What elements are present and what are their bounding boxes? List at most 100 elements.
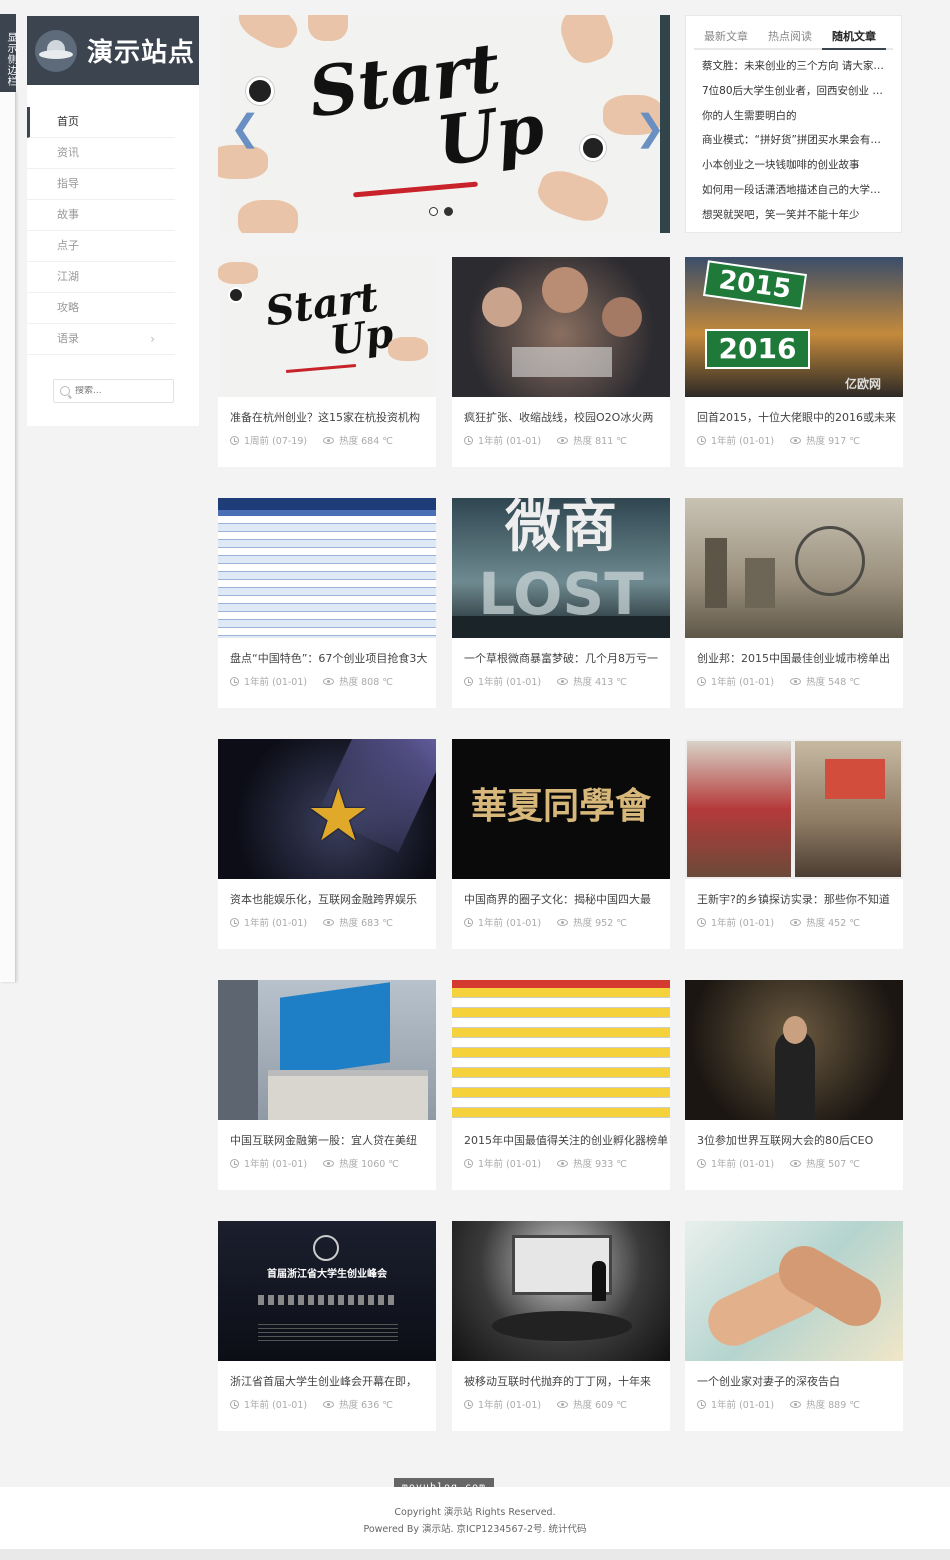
article-heat: 热度 684 ℃ [339,436,393,447]
nav-item-4[interactable]: 点子 [27,231,175,262]
article-card[interactable]: 2015 2016 亿欧网 回首2015，十位大佬眼中的2016或未来 1年前 (01-… [685,257,903,467]
article-card[interactable]: 微商 LOST 一个草根微商暴富梦破：几个月8万亏一 1年前 (01-01) 热度 41… [452,498,670,708]
article-card[interactable]: 中国互联网金融第一股：宜人贷在美纽 1年前 (01-01) 热度 1060 ℃ [218,980,436,1190]
article-title[interactable]: 浙江省首届大学生创业峰会开幕在即， [218,1361,436,1391]
widget-article-link[interactable]: 想哭就哭吧，笑一笑并不能十年少 [702,203,889,228]
clock-icon [230,917,239,927]
eye-icon [323,918,335,926]
nav-item-2[interactable]: 指导 [27,169,175,200]
article-card[interactable]: 2015年中国最值得关注的创业孵化器榜单 1年前 (01-01) 热度 933 ℃ [452,980,670,1190]
article-meta: 1周前 (07-19) 热度 684 ℃ [218,427,436,447]
main-nav: 首页 资讯 指导故事点子 江湖攻略语录 › [27,107,199,355]
clock-icon [464,435,473,445]
clock-icon [230,1158,239,1168]
widget-article-link[interactable]: 小本创业之一块钱咖啡的创业故事 [702,153,889,178]
article-time: 1年前 (01-01) [478,1400,542,1411]
widget-tab-2[interactable]: 随机文章 [822,24,886,50]
sidebar-edge [0,92,16,982]
article-title[interactable]: 王新宇?的乡镇探访实录：那些你不知道 [685,879,903,909]
article-time: 1年前 (01-01) [478,1159,542,1170]
article-title[interactable]: 疯狂扩张、收缩战线，校园O2O冰火两 [452,397,670,427]
article-card[interactable]: ★ 资本也能娱乐化，互联网金融跨界娱乐 1年前 (01-01) 热度 683 ℃ [218,739,436,949]
nav-item-7[interactable]: 语录 › [27,324,175,355]
eye-icon [790,1159,802,1167]
eye-icon [323,1400,335,1408]
article-card[interactable]: 盘点“中国特色”：67个创业项目抢食3大 1年前 (01-01) 热度 808 ℃ [218,498,436,708]
article-thumbnail[interactable] [685,498,903,638]
article-time: 1年前 (01-01) [244,677,308,688]
article-thumbnail[interactable] [685,739,903,879]
article-thumbnail[interactable] [685,980,903,1120]
article-thumbnail[interactable] [685,1221,903,1361]
widget-article-link[interactable]: 7位80后大学生创业者，回西安创业 … [702,79,889,104]
chevron-right-icon: › [150,332,155,346]
article-title[interactable]: 回首2015，十位大佬眼中的2016或未来 [685,397,903,427]
article-title[interactable]: 中国互联网金融第一股：宜人贷在美纽 [218,1120,436,1150]
article-card[interactable]: 3位参加世界互联网大会的80后CEO 1年前 (01-01) 热度 507 ℃ [685,980,903,1190]
article-title[interactable]: 一个创业家对妻子的深夜告白 [685,1361,903,1391]
show-sidebar-toggle[interactable]: 显示侧边栏 [0,14,16,92]
site-logo[interactable]: 演示站点 [27,16,199,85]
clock-icon [230,676,239,686]
slider-prev-button[interactable]: ❮ [230,111,260,147]
search-box[interactable] [53,379,174,403]
slider-decor [532,164,614,228]
nav-item-0[interactable]: 首页 [27,107,175,138]
article-card[interactable]: 一个创业家对妻子的深夜告白 1年前 (01-01) 热度 889 ℃ [685,1221,903,1431]
article-thumbnail[interactable]: Start Up [218,257,436,397]
widget-article-link[interactable]: 如何用一段话潇洒地描述自己的大学… [702,178,889,203]
clock-icon [697,917,706,927]
clock-icon [464,676,473,686]
article-title[interactable]: 创业邦：2015中国最佳创业城市榜单出 [685,638,903,668]
widget-article-link[interactable]: 蔡文胜：未来创业的三个方向 请大家… [702,54,889,79]
article-thumbnail[interactable]: ★ [218,739,436,879]
article-thumbnail[interactable] [452,980,670,1120]
article-card[interactable]: 疯狂扩张、收缩战线，校园O2O冰火两 1年前 (01-01) 热度 811 ℃ [452,257,670,467]
article-thumbnail[interactable]: 2015 2016 亿欧网 [685,257,903,397]
widget-article-link[interactable]: 商业模式：“拼好货”拼团买水果会有… [702,128,889,153]
article-card[interactable]: 首届浙江省大学生创业峰会 浙江省首届大学生创业峰会开幕在即， 1年前 (01-01)… [218,1221,436,1431]
article-card[interactable]: Start Up 准备在杭州创业？这15家在杭投资机构 1周前 (07-19) 热度 6… [218,257,436,467]
article-title[interactable]: 2015年中国最值得关注的创业孵化器榜单 [452,1120,670,1150]
article-meta: 1年前 (01-01) 热度 609 ℃ [452,1391,670,1411]
article-title[interactable]: 中国商界的圈子文化：揭秘中国四大最 [452,879,670,909]
hero-slider[interactable]: Start Up ❮ ❯ [218,15,670,233]
article-card[interactable]: 王新宇?的乡镇探访实录：那些你不知道 1年前 (01-01) 热度 452 ℃ [685,739,903,949]
article-thumbnail[interactable] [452,257,670,397]
article-title[interactable]: 资本也能娱乐化，互联网金融跨界娱乐 [218,879,436,909]
article-meta: 1年前 (01-01) 热度 933 ℃ [452,1150,670,1170]
nav-item-label: 故事 [57,208,79,221]
article-card[interactable]: 被移动互联时代抛弃的丁丁网，十年来 1年前 (01-01) 热度 609 ℃ [452,1221,670,1431]
article-card[interactable]: 创业邦：2015中国最佳创业城市榜单出 1年前 (01-01) 热度 548 ℃ [685,498,903,708]
article-card[interactable]: 華夏同學會 中国商界的圈子文化：揭秘中国四大最 1年前 (01-01) 热度 952 … [452,739,670,949]
nav-item-3[interactable]: 故事 [27,200,175,231]
thumb-text: 首届浙江省大学生创业峰会 [267,1269,387,1280]
article-title[interactable]: 被移动互联时代抛弃的丁丁网，十年来 [452,1361,670,1391]
slider-dot-1[interactable] [429,207,438,216]
slider-dot-2[interactable] [444,207,453,216]
bottom-bar [0,1549,950,1560]
article-heat: 热度 811 ℃ [573,436,627,447]
widget-tab-0[interactable]: 最新文章 [694,24,758,50]
nav-item-6[interactable]: 攻略 [27,293,175,324]
article-thumbnail[interactable]: 微商 LOST [452,498,670,638]
eye-icon [323,677,335,685]
article-title[interactable]: 3位参加世界互联网大会的80后CEO [685,1120,903,1150]
article-title[interactable]: 一个草根微商暴富梦破：几个月8万亏一 [452,638,670,668]
article-thumbnail[interactable]: 首届浙江省大学生创业峰会 [218,1221,436,1361]
nav-item-1[interactable]: 资讯 [27,138,175,169]
search-input[interactable] [75,386,165,396]
article-meta: 1年前 (01-01) 热度 683 ℃ [218,909,436,929]
widget-article-link[interactable]: 你的人生需要明白的 [702,104,889,129]
article-thumbnail[interactable]: 華夏同學會 [452,739,670,879]
article-thumbnail[interactable] [452,1221,670,1361]
article-meta: 1年前 (01-01) 热度 452 ℃ [685,909,903,929]
article-title[interactable]: 盘点“中国特色”：67个创业项目抢食3大 [218,638,436,668]
article-title[interactable]: 准备在杭州创业？这15家在杭投资机构 [218,397,436,427]
widget-tab-1[interactable]: 热点阅读 [758,24,822,50]
article-thumbnail[interactable] [218,498,436,638]
article-heat: 热度 413 ℃ [573,677,627,688]
nav-item-5[interactable]: 江湖 [27,262,175,293]
nav-item-label: 攻略 [57,301,79,314]
article-thumbnail[interactable] [218,980,436,1120]
